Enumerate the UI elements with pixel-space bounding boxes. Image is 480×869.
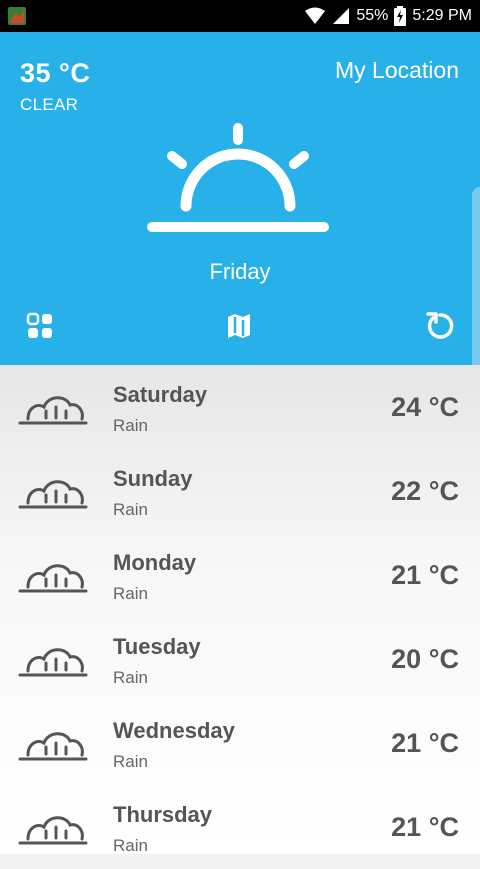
forecast-condition: Rain bbox=[113, 584, 148, 603]
forecast-row[interactable]: Thursday Rain 21 °C bbox=[0, 785, 480, 869]
forecast-condition: Rain bbox=[113, 752, 148, 771]
app-notification-icon bbox=[8, 7, 26, 25]
rain-icon bbox=[18, 732, 88, 761]
sunrise-icon bbox=[147, 123, 329, 232]
battery-charging-icon bbox=[394, 6, 407, 26]
rain-icon bbox=[18, 396, 88, 425]
refresh-icon bbox=[426, 312, 454, 339]
current-condition: CLEAR bbox=[20, 95, 79, 114]
map-icon bbox=[228, 314, 250, 338]
forecast-condition: Rain bbox=[113, 836, 148, 855]
forecast-condition: Rain bbox=[113, 668, 148, 687]
forecast-row[interactable]: Saturday Rain 24 °C bbox=[0, 365, 480, 449]
status-indicators: 55% 5:29 PM bbox=[304, 0, 472, 32]
forecast-day: Tuesday bbox=[113, 634, 201, 659]
forecast-temperature: 21 °C bbox=[391, 560, 459, 590]
forecast-row[interactable]: Monday Rain 21 °C bbox=[0, 533, 480, 617]
forecast-row[interactable]: Wednesday Rain 21 °C bbox=[0, 701, 480, 785]
forecast-list: Saturday Rain 24 °C Sunday Rain 22 °C Mo… bbox=[0, 365, 480, 855]
forecast-day: Wednesday bbox=[113, 718, 235, 743]
location-label[interactable]: My Location bbox=[335, 57, 459, 84]
grid-button[interactable] bbox=[24, 310, 56, 342]
forecast-temperature: 22 °C bbox=[391, 476, 459, 506]
forecast-condition: Rain bbox=[113, 500, 148, 519]
status-time: 5:29 PM bbox=[412, 7, 472, 24]
forecast-day: Thursday bbox=[113, 802, 213, 827]
forecast-day: Sunday bbox=[113, 466, 193, 491]
current-temperature: 35 °C bbox=[20, 58, 91, 88]
status-bar: 55% 5:29 PM bbox=[0, 0, 480, 32]
rain-icon bbox=[18, 648, 88, 677]
forecast-temperature: 24 °C bbox=[391, 392, 459, 422]
refresh-button[interactable] bbox=[424, 310, 456, 342]
forecast-temperature: 20 °C bbox=[391, 644, 459, 674]
edge-panel-handle[interactable] bbox=[472, 187, 480, 377]
signal-icon bbox=[333, 8, 350, 24]
forecast-day: Monday bbox=[113, 550, 197, 575]
grid-icon bbox=[26, 312, 52, 338]
rain-icon bbox=[18, 480, 88, 509]
rain-icon bbox=[18, 564, 88, 593]
forecast-day: Saturday bbox=[113, 382, 208, 407]
battery-percent: 55% bbox=[356, 7, 389, 24]
current-day: Friday bbox=[209, 259, 271, 284]
forecast-condition: Rain bbox=[113, 416, 148, 435]
current-weather-header: 35 °C CLEAR My Location Friday bbox=[0, 32, 480, 377]
forecast-row[interactable]: Sunday Rain 22 °C bbox=[0, 449, 480, 533]
wifi-icon bbox=[305, 7, 326, 24]
rain-icon bbox=[18, 816, 88, 845]
forecast-temperature: 21 °C bbox=[391, 812, 459, 842]
map-button[interactable] bbox=[223, 310, 255, 342]
forecast-row[interactable]: Tuesday Rain 20 °C bbox=[0, 617, 480, 701]
forecast-temperature: 21 °C bbox=[391, 728, 459, 758]
